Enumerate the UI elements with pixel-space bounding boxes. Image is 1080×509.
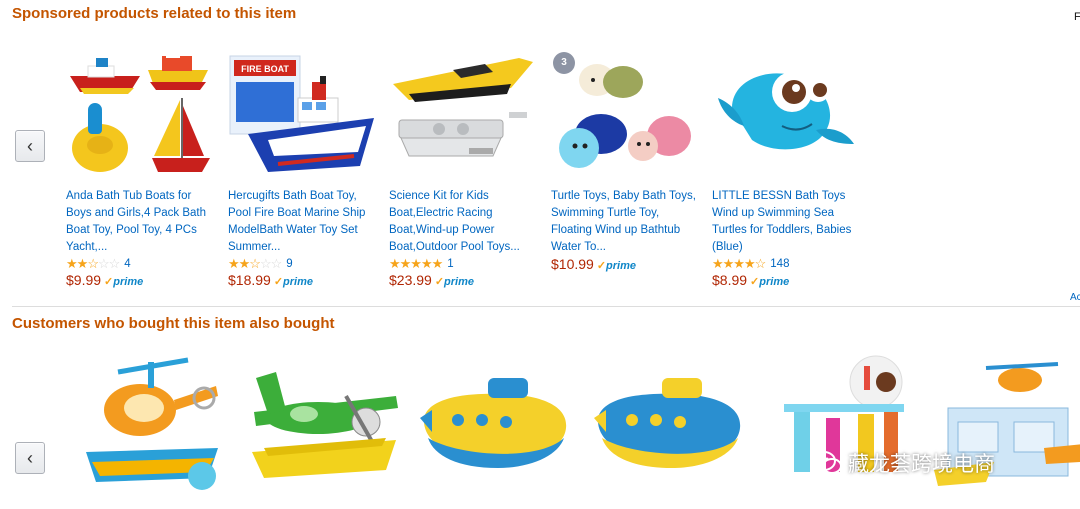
review-count[interactable]: 9 — [286, 258, 292, 270]
product-image[interactable] — [66, 48, 212, 178]
chevron-left-icon: ‹ — [27, 448, 33, 468]
price-row: $10.99 ✓prime — [551, 256, 701, 274]
product-rating[interactable]: ★★★★★ 1 — [389, 255, 539, 272]
product-title-link[interactable]: Turtle Toys, Baby Bath Toys, Swimming Tu… — [551, 188, 701, 256]
price-row: $9.99 ✓prime — [66, 272, 216, 290]
product-price: $23.99 — [389, 272, 432, 288]
review-count[interactable]: 1 — [447, 258, 453, 270]
watermark-text: 藏龙荟跨境电商 — [848, 453, 995, 476]
watermark: 藏龙荟跨境电商 — [812, 448, 995, 478]
product-title-link[interactable]: LITTLE BESSN Bath Toys Wind up Swimming … — [712, 188, 862, 256]
product-image[interactable] — [592, 352, 752, 492]
quantity-badge: 3 — [553, 52, 575, 74]
edge-link[interactable]: Ac — [1070, 292, 1080, 303]
star-rating-icon: ★★☆☆☆ — [228, 255, 282, 271]
prime-badge-icon: ✓prime — [750, 276, 790, 288]
product-image[interactable] — [389, 48, 535, 178]
also-bought-section-title: Customers who bought this item also boug… — [12, 315, 335, 332]
product-image[interactable]: 3 — [551, 48, 697, 178]
review-count[interactable]: 148 — [770, 258, 789, 270]
review-count[interactable]: 4 — [124, 258, 130, 270]
star-rating-icon: ★★★★★ — [389, 255, 443, 271]
section-divider — [12, 306, 1080, 307]
prime-badge-icon: ✓prime — [434, 276, 475, 288]
prime-badge-icon: ✓prime — [104, 276, 144, 288]
product-image[interactable]: FIRE BOAT — [228, 48, 374, 178]
product-card: 3 Turtle Toys, Baby Bath Toys, Swimming … — [551, 48, 701, 274]
product-price: $9.99 — [66, 272, 102, 288]
prime-badge-icon: ✓prime — [273, 276, 314, 288]
edge-text: F — [1074, 11, 1080, 23]
chevron-left-icon: ‹ — [27, 136, 33, 156]
product-card: LITTLE BESSN Bath Toys Wind up Swimming … — [712, 48, 862, 290]
product-card: Science Kit for Kids Boat,Electric Racin… — [389, 48, 539, 290]
product-rating[interactable]: ★★☆☆☆ 9 — [228, 255, 378, 272]
product-title-link[interactable]: Hercugifts Bath Boat Toy, Pool Fire Boat… — [228, 188, 378, 256]
price-row: $8.99 ✓prime — [712, 272, 862, 290]
box-text: FIRE BOAT — [241, 64, 289, 74]
star-rating-icon: ★★★★☆ — [712, 255, 766, 271]
sponsored-prev-button[interactable]: ‹ — [15, 130, 45, 162]
price-row: $23.99 ✓prime — [389, 272, 539, 290]
product-card: FIRE BOAT Hercugifts Bath Boat Toy, Pool… — [228, 48, 378, 290]
product-card: Anda Bath Tub Boats for Boys and Girls,4… — [66, 48, 216, 290]
star-rating-icon: ★★☆☆☆ — [66, 255, 120, 271]
product-title-link[interactable]: Anda Bath Tub Boats for Boys and Girls,4… — [66, 188, 216, 256]
wechat-icon — [812, 451, 842, 474]
sponsored-section-title: Sponsored products related to this item — [12, 5, 297, 22]
product-rating[interactable]: ★★★★☆ 148 — [712, 255, 862, 272]
product-price: $8.99 — [712, 272, 748, 288]
product-price: $10.99 — [551, 256, 594, 272]
product-image[interactable] — [246, 352, 406, 492]
product-image[interactable] — [418, 352, 578, 492]
price-row: $18.99 ✓prime — [228, 272, 378, 290]
product-title-link[interactable]: Science Kit for Kids Boat,Electric Racin… — [389, 188, 539, 256]
product-image[interactable] — [712, 48, 858, 178]
product-rating[interactable]: ★★☆☆☆ 4 — [66, 255, 216, 272]
product-price: $18.99 — [228, 272, 271, 288]
also-bought-prev-button[interactable]: ‹ — [15, 442, 45, 474]
product-image[interactable] — [78, 352, 238, 492]
prime-badge-icon: ✓prime — [596, 260, 637, 272]
